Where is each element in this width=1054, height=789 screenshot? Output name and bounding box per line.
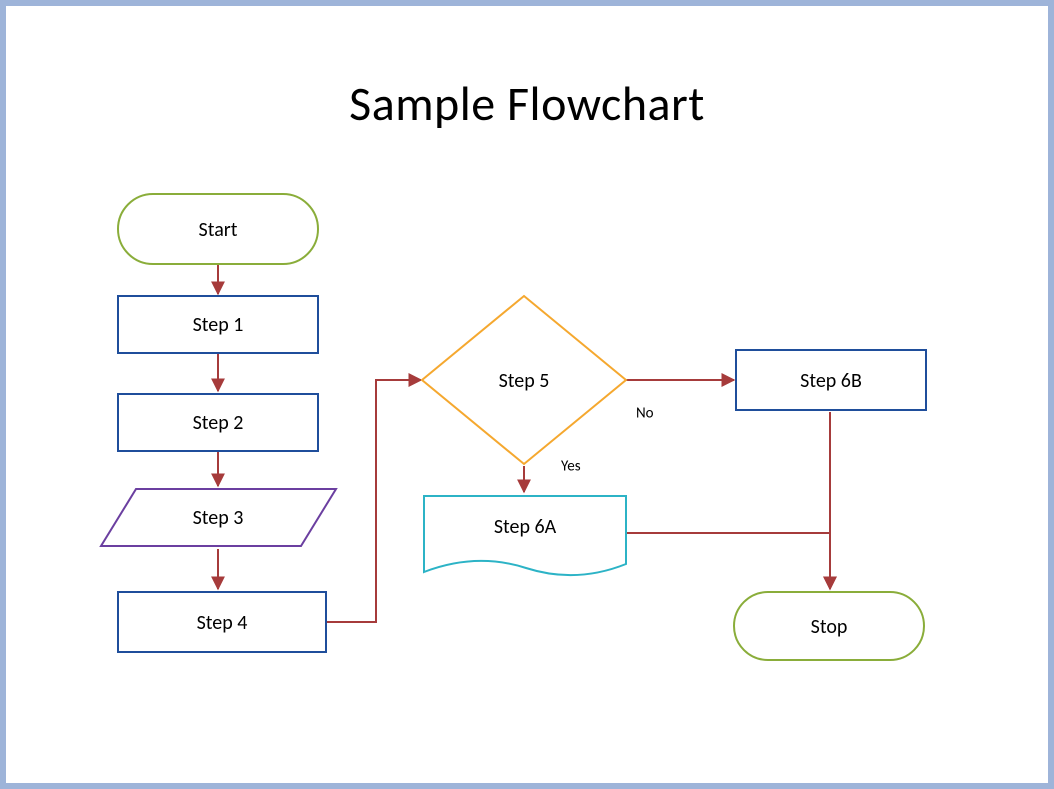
edge-step6a-stop [626, 533, 830, 589]
node-step3: Step 3 [101, 489, 336, 546]
edge-label-yes: Yes [561, 458, 581, 476]
label-step4: Step 4 [197, 611, 248, 635]
flowchart-diagram: Yes No Start Step 1 Step 2 Step 3 Step 4 [6, 6, 1048, 783]
label-step2: Step 2 [193, 411, 244, 435]
node-step6a: Step 6A [424, 496, 626, 575]
node-step5: Step 5 [422, 296, 626, 464]
label-stop: Stop [811, 615, 848, 639]
label-step6a: Step 6A [494, 515, 557, 539]
node-step6b: Step 6B [736, 350, 926, 410]
node-start: Start [118, 194, 318, 264]
node-stop: Stop [734, 592, 924, 660]
edge-label-no: No [636, 405, 654, 423]
label-step6b: Step 6B [800, 369, 862, 393]
label-step1: Step 1 [193, 313, 244, 337]
label-start: Start [199, 218, 238, 242]
slide-frame: Sample Flowchart [0, 0, 1054, 789]
edge-step4-step5 [326, 380, 421, 622]
label-step3: Step 3 [193, 506, 244, 530]
node-step4: Step 4 [118, 592, 326, 652]
label-step5: Step 5 [499, 369, 550, 393]
node-step1: Step 1 [118, 296, 318, 353]
node-step2: Step 2 [118, 394, 318, 451]
